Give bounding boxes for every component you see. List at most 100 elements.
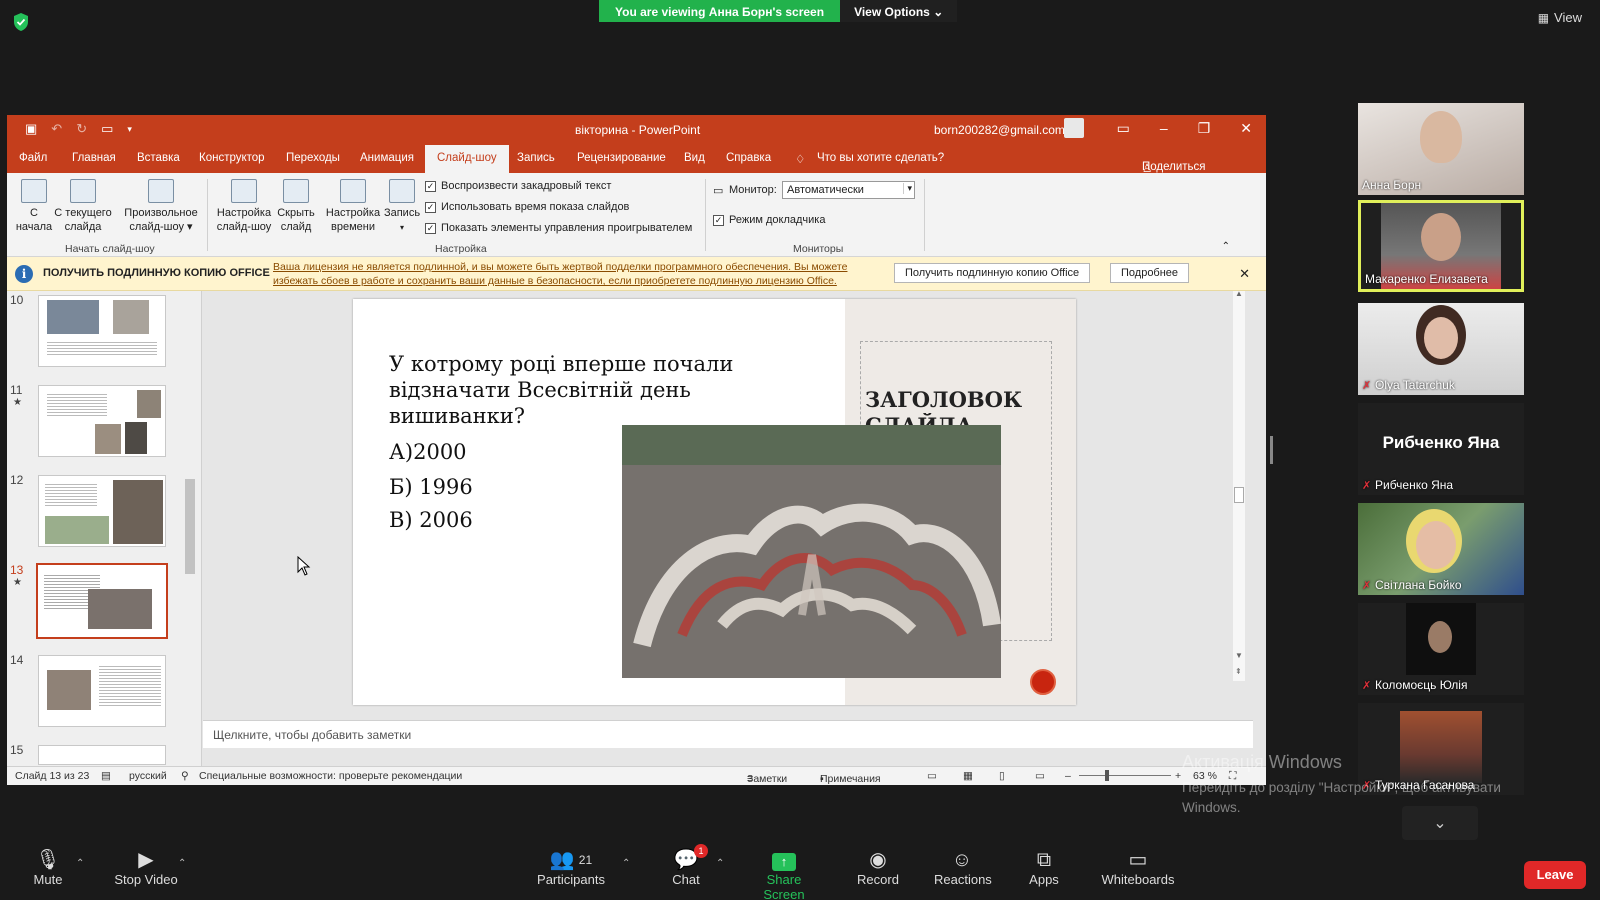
slide-thumbnail-10[interactable] [38,295,166,367]
zoom-in-icon[interactable]: + [1175,770,1181,782]
leave-button[interactable]: Leave [1524,861,1586,889]
mute-button[interactable]: 🎙 Mute [28,848,68,887]
slide-thumbnail-15[interactable] [38,745,166,765]
slide-thumbnail-14[interactable] [38,655,166,727]
thumb-number: 14 [10,653,24,667]
accessibility-icon[interactable]: ⚲ [181,770,189,782]
current-slide[interactable]: ЗАГОЛОВОК СЛАЙДА У котрому році вперше п… [353,299,1076,705]
media-controls-checkbox[interactable]: ✓ Показать элементы управления проигрыват… [425,222,692,234]
chat-button[interactable]: 💬 1 Chat [666,844,708,887]
zoom-slider-thumb[interactable] [1105,770,1109,781]
record-meeting-button[interactable]: ◉ Record [856,848,900,887]
normal-view-icon[interactable]: ▭ [927,770,937,782]
zoom-out-icon[interactable]: – [1065,770,1071,782]
tab-review[interactable]: Рецензирование [577,152,666,164]
rehearse-timings-label: Настройка времени [325,207,381,233]
spellcheck-icon[interactable]: ▤ [101,770,111,782]
record-button[interactable]: Запись ▾ [383,179,421,235]
tab-slideshow[interactable]: Слайд-шоу [425,145,509,173]
view-button[interactable]: ▦ View [1538,10,1582,25]
participant-tile[interactable]: Рибченко Яна ✗ Рибченко Яна [1358,403,1524,495]
restore-icon[interactable]: ❐ [1198,120,1211,137]
zoom-slider[interactable] [1079,775,1171,776]
slide-thumbnail-13[interactable] [36,563,168,639]
scrollbar-thumb[interactable] [1234,487,1244,503]
scroll-up-icon[interactable]: ▲ [1235,289,1243,298]
watermark-text: Перейдіть до розділу "Настройки", щоб ак… [1182,780,1501,815]
accessibility-status[interactable]: Специальные возможности: проверьте реком… [199,770,462,782]
presenter-view-checkbox[interactable]: ✓ Режим докладчика [713,214,825,226]
rehearse-timings-button[interactable]: Настройка времени [323,179,383,234]
narration-checkbox[interactable]: ✓ Воспроизвести закадровый текст [425,180,611,192]
timings-checkbox[interactable]: ✓ Использовать время показа слайдов [425,201,629,213]
minimize-icon[interactable]: – [1160,120,1168,137]
audio-options-caret[interactable]: ⌃ [76,858,84,869]
slide-counter: Слайд 13 из 23 [15,770,90,782]
view-options-button[interactable]: View Options ⌄ [840,0,958,22]
participant-tile[interactable]: ✗ Світлана Бойко [1358,503,1524,595]
message-link[interactable]: Ваша лицензия не является подлинной, и в… [273,260,873,288]
language-indicator[interactable]: русский [129,770,167,782]
prev-slide-icon[interactable]: ⇞ [1235,667,1242,676]
participants-options-caret[interactable]: ⌃ [622,858,630,869]
tab-file[interactable]: Файл [19,152,47,164]
tab-insert[interactable]: Вставка [137,152,180,164]
zoom-meeting-window: You are viewing Анна Борн's screen View … [0,0,1600,900]
thumbnails-scrollbar[interactable] [185,299,195,759]
close-icon[interactable]: ✕ [1240,120,1252,137]
from-current-button[interactable]: С текущего слайда [53,179,113,234]
thumb-image [95,424,121,454]
tab-design[interactable]: Конструктор [199,152,265,164]
notes-pane[interactable]: Щелкните, чтобы добавить заметки [203,720,1253,748]
video-options-caret[interactable]: ⌃ [178,858,186,869]
get-genuine-button[interactable]: Получить подлинную копию Office [894,263,1091,283]
custom-show-button[interactable]: Произвольное слайд-шоу ▾ [121,179,201,234]
stop-video-button[interactable]: ▶ Stop Video [108,848,184,887]
tab-animations[interactable]: Анимация [360,152,414,164]
slide-thumbnail-11[interactable] [38,385,166,457]
save-icon[interactable]: ▣ [25,121,37,137]
monitor-select[interactable]: Автоматически ▾ [782,181,915,199]
slideshow-start-icon[interactable]: ▭ [101,121,113,137]
participant-tile[interactable]: Анна Борн [1358,103,1524,195]
reading-view-icon[interactable]: ▯ [999,770,1005,782]
from-beginning-button[interactable]: Сначала [13,179,55,234]
redo-icon[interactable]: ↻ [76,121,87,137]
setup-show-button[interactable]: Настройка слайд-шоу [213,179,275,234]
scroll-down-icon[interactable]: ▼ [1235,651,1243,660]
customize-qat-icon[interactable]: ▾ [127,121,132,137]
face [1421,213,1461,261]
view-label: View [1554,10,1582,25]
scrollbar-thumb[interactable] [185,479,195,574]
chat-options-caret[interactable]: ⌃ [716,858,724,869]
slide-scrollbar[interactable]: ▲ ▼ ⇞ [1233,289,1245,681]
slideshow-view-icon[interactable]: ▭ [1035,770,1045,782]
account-email[interactable]: born200282@gmail.com [934,123,1065,137]
whiteboards-button[interactable]: ▭ Whiteboards [1100,848,1176,887]
hide-slide-button[interactable]: Скрыть слайд [275,179,317,234]
slide-sorter-icon[interactable]: ▦ [963,770,973,782]
tab-transitions[interactable]: Переходы [286,152,340,164]
close-icon[interactable]: ✕ [1239,266,1250,282]
tab-record[interactable]: Запись [517,152,555,164]
shield-icon[interactable] [12,12,30,32]
tab-help[interactable]: Справка [726,152,771,164]
panel-resize-handle[interactable] [1270,436,1273,464]
tab-home[interactable]: Главная [72,152,116,164]
undo-icon[interactable]: ↶ [51,121,62,137]
ribbon-display-icon[interactable]: ▭ [1117,120,1130,137]
participant-tile-active-speaker[interactable]: Макаренко Елизавета [1358,200,1524,292]
participant-tile[interactable]: ✗ Olya Tatarchuk [1358,303,1524,395]
collapse-ribbon-icon[interactable]: ⌃ [1222,241,1230,252]
participants-button[interactable]: 👥 21 Participants [536,848,606,887]
reactions-button[interactable]: ☺ Reactions [934,848,992,887]
account-avatar[interactable] [1064,118,1084,138]
participant-tile[interactable]: ✗ Коломоєць Юлія [1358,603,1524,695]
tell-me-search[interactable]: Что вы хотите сделать? [817,152,944,164]
smiley-plus-icon: ☺ [951,849,973,871]
apps-button[interactable]: ⧉ Apps [1026,848,1062,887]
learn-more-button[interactable]: Подробнее [1110,263,1190,283]
slide-thumbnail-12[interactable] [38,475,166,547]
tab-view[interactable]: Вид [684,152,705,164]
share-screen-button[interactable]: ↑ Share Screen [746,848,822,900]
